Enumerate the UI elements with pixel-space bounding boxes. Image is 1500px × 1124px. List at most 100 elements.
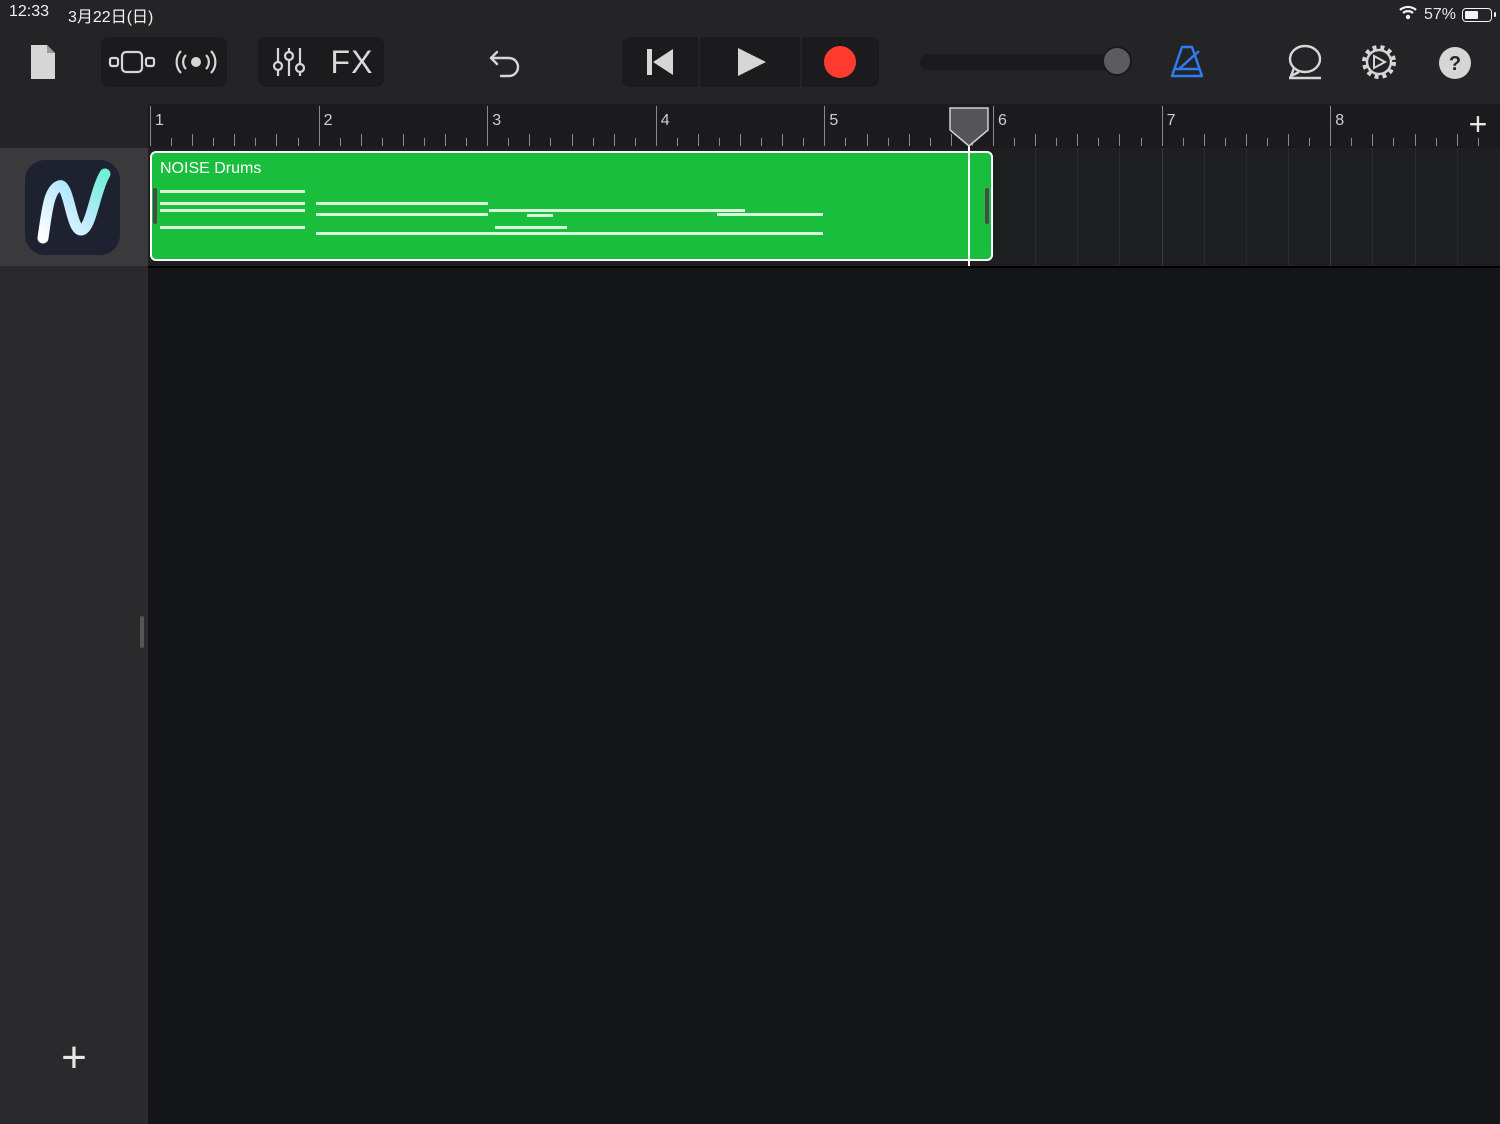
track-header-column xyxy=(0,148,148,1124)
document-icon[interactable] xyxy=(26,42,60,82)
status-right: 57% xyxy=(1398,4,1496,25)
ruler-tick xyxy=(255,138,257,146)
battery-fill xyxy=(1465,10,1478,19)
ruler-tick xyxy=(719,138,721,146)
ruler-tick xyxy=(1140,138,1142,146)
midi-note xyxy=(160,226,305,229)
ruler-tick xyxy=(1456,134,1458,146)
ruler-tick xyxy=(782,134,784,146)
mixer-icon[interactable] xyxy=(266,42,312,82)
resize-grip[interactable] xyxy=(140,616,144,648)
lane-grid-line xyxy=(1119,148,1121,266)
ruler-bar-number: 1 xyxy=(155,112,164,129)
ruler-tick xyxy=(1056,138,1058,146)
transport-divider xyxy=(800,37,802,87)
ruler-tick xyxy=(1203,134,1205,146)
drum-region[interactable] xyxy=(150,151,993,261)
add-track-button[interactable]: + xyxy=(56,1036,92,1080)
midi-note xyxy=(316,213,488,216)
ruler-tick xyxy=(571,134,573,146)
ruler-tick xyxy=(761,138,763,146)
fx-button[interactable]: FX xyxy=(322,40,382,84)
loop-icon[interactable] xyxy=(1282,42,1326,82)
ruler-bar-line xyxy=(1330,106,1332,146)
midi-note xyxy=(160,190,305,193)
ruler-tick xyxy=(592,138,594,146)
ruler-tick xyxy=(803,138,805,146)
ruler-tick xyxy=(1182,138,1184,146)
ruler-tick xyxy=(676,138,678,146)
tempo-slider-knob[interactable] xyxy=(1102,46,1132,76)
lane-grid-line xyxy=(1414,148,1416,266)
play-icon[interactable] xyxy=(726,42,776,82)
ruler-tick xyxy=(887,138,889,146)
ruler-tick xyxy=(171,138,173,146)
ruler-tick xyxy=(1014,138,1016,146)
region-left-handle[interactable] xyxy=(153,188,157,224)
ruler-bar-number: 8 xyxy=(1335,112,1345,129)
ruler-tick xyxy=(1393,138,1395,146)
ruler-tick xyxy=(1077,134,1079,146)
ruler-tick xyxy=(381,138,383,146)
ruler-tick xyxy=(1035,134,1037,146)
record-icon[interactable] xyxy=(818,42,862,82)
lane-grid-line xyxy=(1372,148,1374,266)
midi-note xyxy=(316,232,823,235)
ruler-bar-number: 4 xyxy=(660,112,670,129)
ruler-tick xyxy=(529,134,531,146)
timeline-ruler[interactable]: 1 2 3 4 5 6 7 8 xyxy=(148,104,1500,148)
lane-grid-line xyxy=(1161,148,1163,266)
add-section-button[interactable]: + xyxy=(1464,108,1492,140)
ruler-tick xyxy=(339,138,341,146)
go-to-start-icon[interactable] xyxy=(636,42,684,82)
help-label: ? xyxy=(1449,53,1461,75)
ruler-tick xyxy=(1119,134,1121,146)
help-icon[interactable]: ? xyxy=(1436,44,1474,82)
midi-note xyxy=(717,213,823,216)
lane-grid-line xyxy=(1330,148,1332,266)
ruler-bar-line xyxy=(655,106,657,146)
ruler-bar-number: 2 xyxy=(323,112,333,129)
midi-note xyxy=(160,202,305,205)
ruler-bar-number: 3 xyxy=(492,112,502,129)
midi-note xyxy=(495,226,567,229)
midi-note xyxy=(316,202,488,205)
noise-app-icon[interactable] xyxy=(25,160,120,255)
ruler-tick xyxy=(1266,138,1268,146)
status-time: 12:33 xyxy=(9,3,50,20)
ruler-bar-line xyxy=(150,106,151,146)
ruler-tick xyxy=(634,138,636,146)
region-right-handle[interactable] xyxy=(985,188,989,224)
ruler-tick xyxy=(360,134,362,146)
ruler-bar-number: 6 xyxy=(998,112,1007,129)
ruler-tick xyxy=(550,138,552,146)
ruler-tick xyxy=(866,134,868,146)
tempo-slider-track[interactable] xyxy=(920,54,1130,70)
lane-grid-line xyxy=(1035,148,1037,266)
settings-icon[interactable] xyxy=(1358,42,1400,82)
live-loops-icon[interactable] xyxy=(170,42,222,82)
ruler-tick xyxy=(929,138,931,146)
ruler-tick xyxy=(1245,134,1247,146)
ruler-tick xyxy=(402,134,404,146)
ruler-bar-line xyxy=(487,106,489,146)
battery-icon xyxy=(1462,7,1496,22)
lane-grid-line xyxy=(1203,148,1205,266)
playhead[interactable] xyxy=(948,106,990,153)
lane-grid-line xyxy=(1077,148,1079,266)
ruler-tick xyxy=(234,134,236,146)
ruler-tick xyxy=(276,134,278,146)
ruler-tick xyxy=(1098,138,1100,146)
browser-icon[interactable] xyxy=(106,42,158,82)
ruler-tick xyxy=(1309,138,1311,146)
ruler-tick xyxy=(297,138,299,146)
ruler-tick xyxy=(1414,134,1416,146)
ruler-tick xyxy=(466,138,468,146)
status-date: 3月22日(日) xyxy=(68,9,154,26)
ruler-bar-line xyxy=(824,106,826,146)
metronome-icon[interactable] xyxy=(1166,42,1208,82)
ruler-tick xyxy=(1224,138,1226,146)
wifi-icon xyxy=(1398,4,1418,25)
undo-icon[interactable] xyxy=(484,42,526,82)
ruler-bar-number: 7 xyxy=(1166,112,1176,129)
